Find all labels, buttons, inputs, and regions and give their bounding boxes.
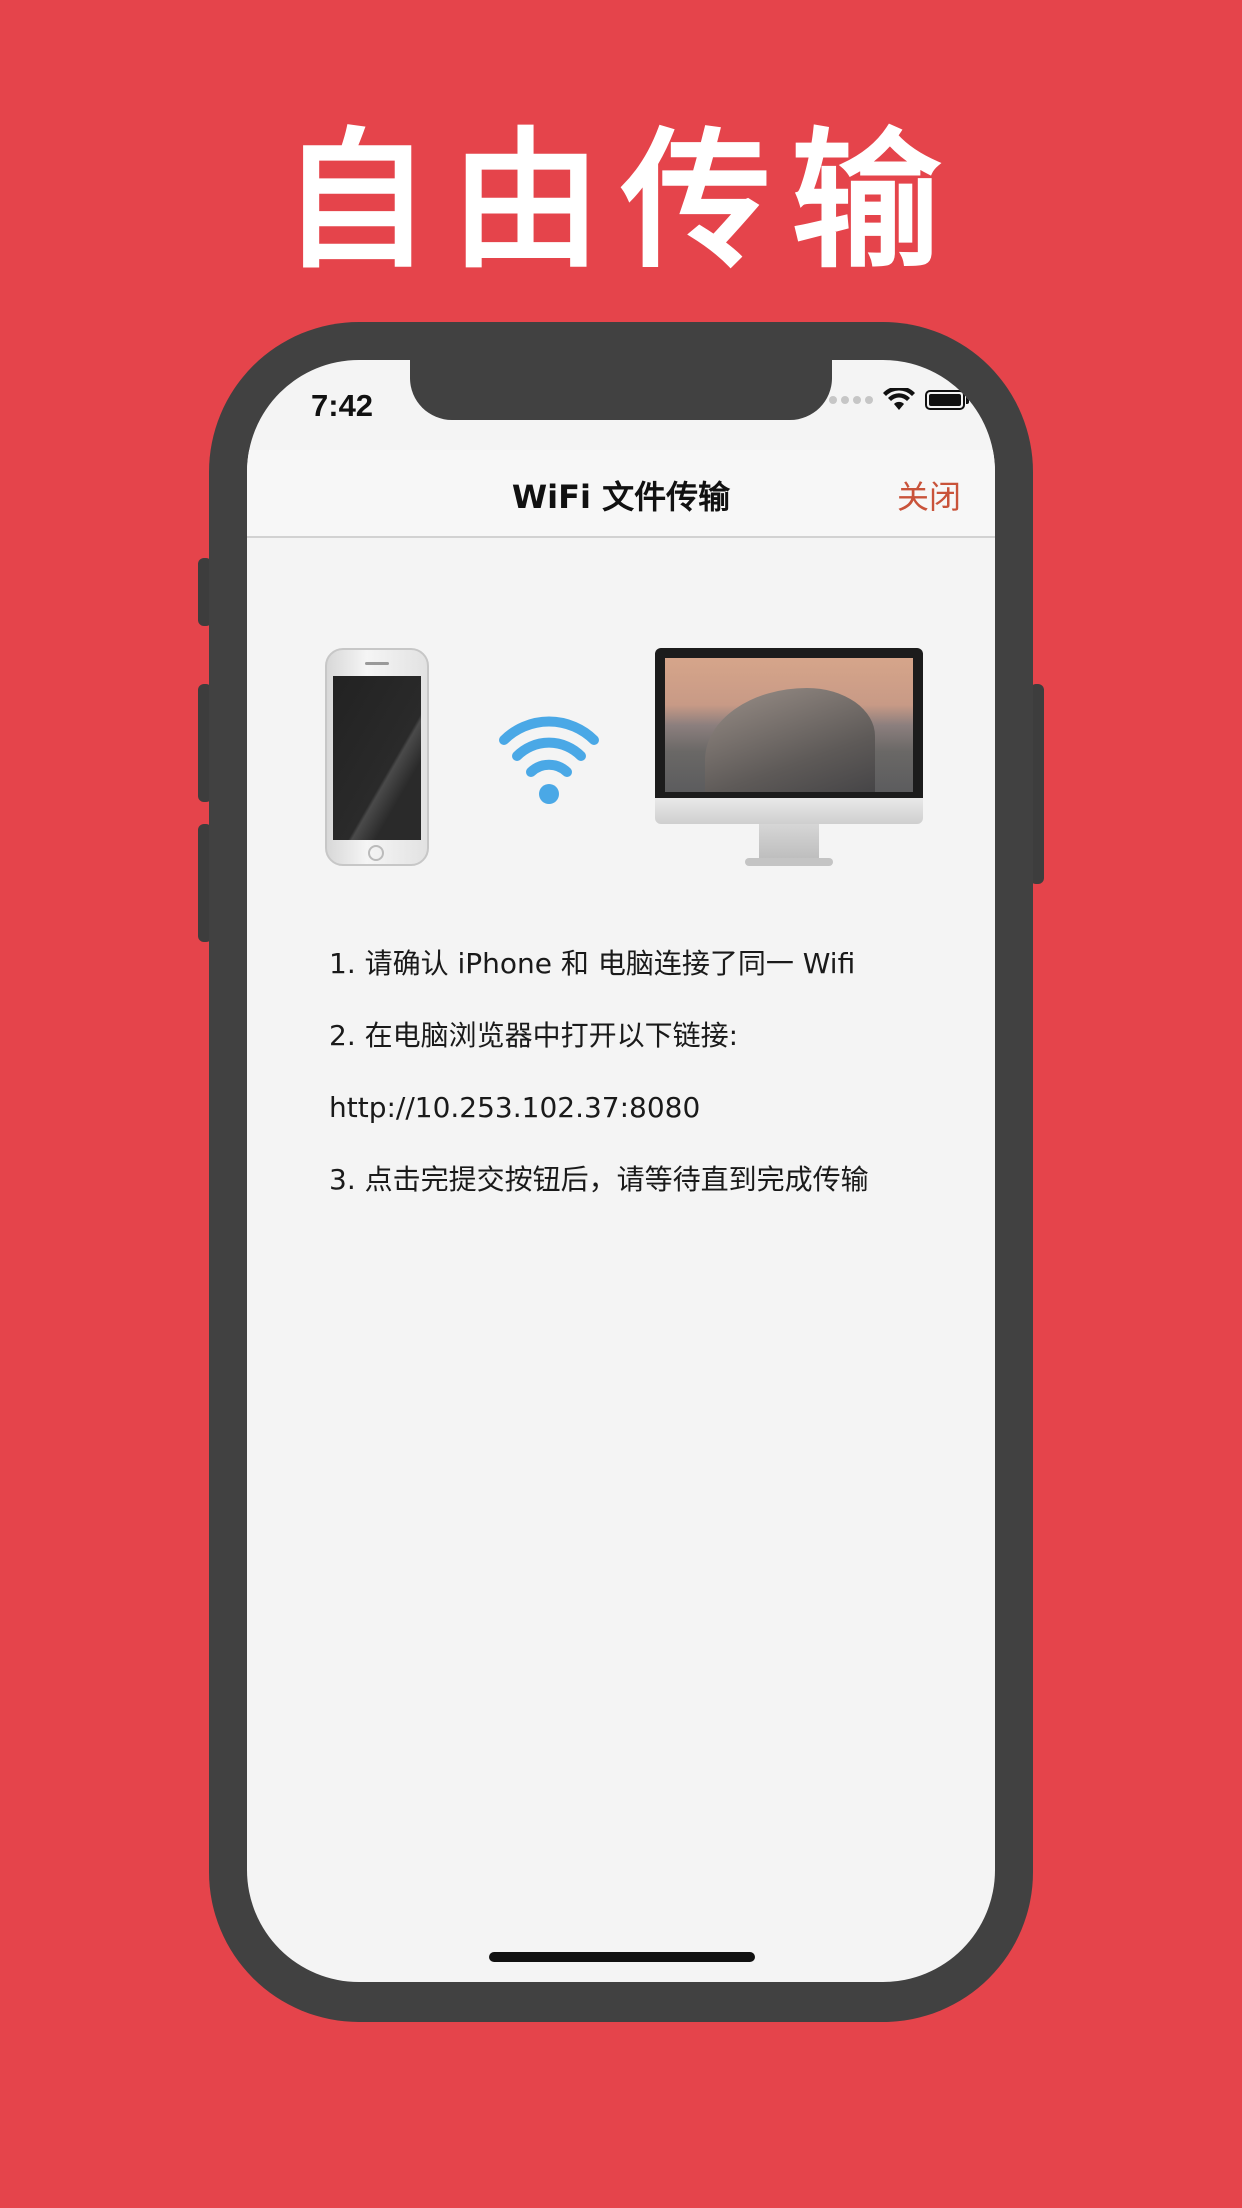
status-time: 7:42	[311, 388, 374, 423]
instruction-step-1: 1. 请确认 iPhone 和 电脑连接了同一 Wifi	[329, 947, 856, 980]
transfer-illustration	[247, 648, 995, 878]
server-url[interactable]: http://10.253.102.37:8080	[329, 1090, 949, 1126]
close-button[interactable]: 关闭	[897, 472, 961, 518]
imac-image	[655, 648, 923, 870]
headline: 自由传输	[280, 115, 961, 289]
wifi-status-icon	[883, 388, 915, 410]
wifi-icon	[499, 716, 599, 804]
battery-icon	[925, 390, 969, 410]
page-title: WiFi 文件传输	[511, 478, 731, 516]
status-icons	[829, 388, 969, 412]
signal-icon	[829, 396, 873, 404]
navigation-bar: WiFi 文件传输 关闭	[247, 450, 995, 538]
iphone-image	[325, 648, 429, 866]
instruction-step-2: 2. 在电脑浏览器中打开以下链接:	[329, 1019, 739, 1052]
phone-frame: 7:42 WiFi 文件传输 关闭 1. 请确认 iPhone 和 电脑连接了同…	[209, 322, 1033, 2022]
instructions: 1. 请确认 iPhone 和 电脑连接了同一 Wifi 2. 在电脑浏览器中打…	[329, 946, 949, 1234]
notch	[410, 360, 832, 420]
home-indicator[interactable]	[489, 1952, 755, 1962]
phone-screen: 7:42 WiFi 文件传输 关闭 1. 请确认 iPhone 和 电脑连接了同…	[247, 360, 995, 1982]
instruction-step-3: 3. 点击完提交按钮后，请等待直到完成传输	[329, 1163, 869, 1196]
